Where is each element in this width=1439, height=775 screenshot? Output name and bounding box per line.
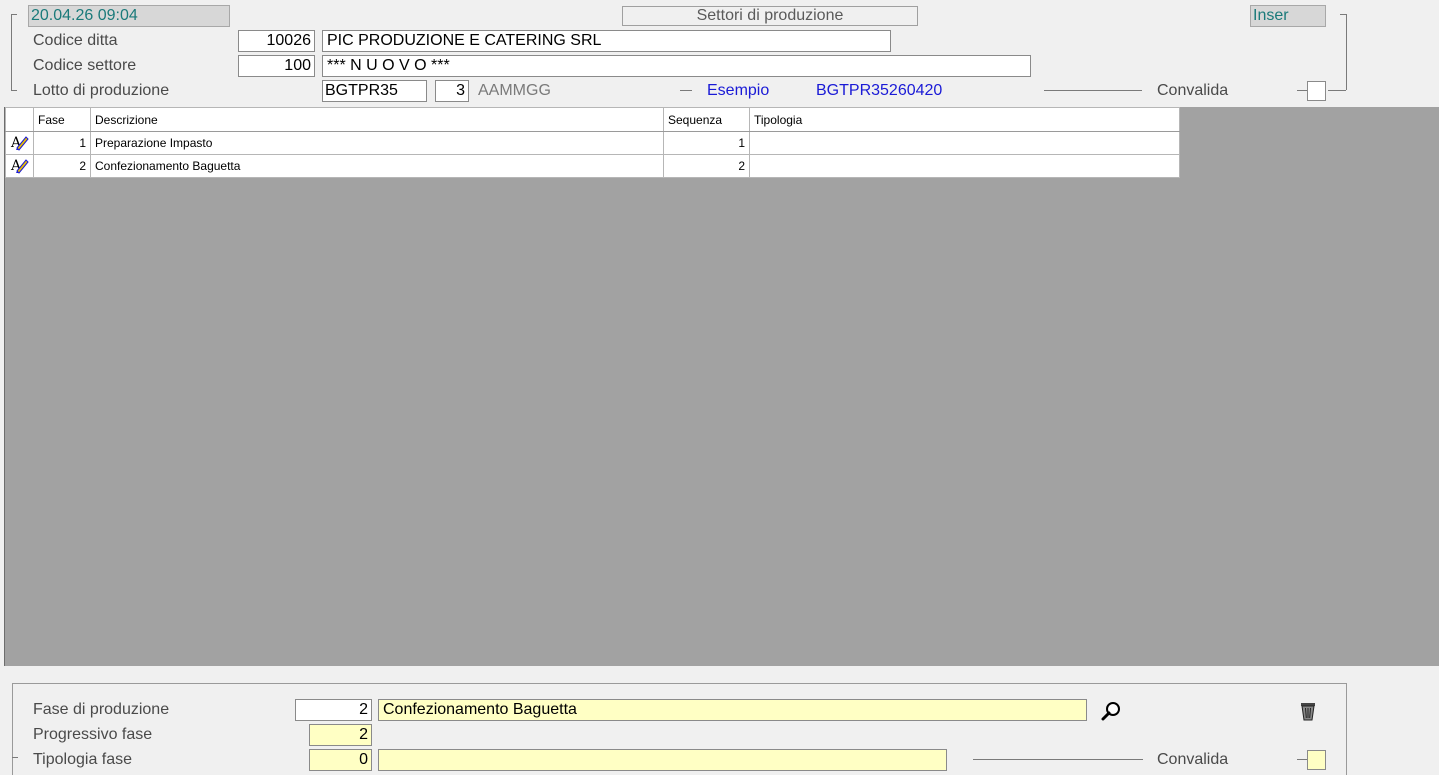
table-row[interactable]: A 2 Confezionamento Baguetta 2	[5, 154, 1180, 178]
mode-badge: Inser	[1250, 5, 1326, 27]
row-tipologia	[749, 131, 1180, 155]
datetime-box: 20.04.26 09:04	[28, 5, 230, 27]
header-frame-left	[11, 14, 12, 90]
lotto-format: AAMMGG	[478, 82, 551, 99]
delete-button[interactable]	[1297, 700, 1319, 722]
search-button[interactable]	[1100, 700, 1124, 722]
phases-grid-area: Fase Descrizione Sequenza Tipologia A 1 …	[4, 107, 1439, 666]
edit-pencil-icon[interactable]: A	[10, 133, 30, 151]
esempio-value: BGTPR35260420	[816, 82, 943, 99]
detail-convalida-checkbox[interactable]	[1307, 750, 1326, 770]
lotto-digits-input[interactable]: 3	[435, 80, 469, 102]
row-descrizione: Preparazione Impasto	[90, 131, 664, 155]
search-icon	[1101, 702, 1120, 721]
progressivo-fase-input[interactable]: 2	[309, 724, 372, 746]
row-sequenza: 2	[663, 154, 750, 178]
row-descrizione: Confezionamento Baguetta	[90, 154, 664, 178]
page-title: Settori di produzione	[696, 7, 844, 24]
grid-header-fase[interactable]: Fase	[33, 107, 91, 132]
tipologia-fase-input[interactable]: 0	[309, 749, 372, 771]
trash-icon	[1301, 703, 1315, 721]
header-frame-left-bottom	[11, 90, 17, 91]
settore-name-input[interactable]: *** N U O V O ***	[322, 55, 1031, 77]
header-frame-right-top	[1340, 14, 1346, 15]
convalida-label: Convalida	[1157, 82, 1229, 99]
tipologia-fase-label: Tipologia fase	[33, 751, 133, 768]
grid-header-row: Fase Descrizione Sequenza Tipologia	[5, 107, 1180, 132]
row-fase: 1	[33, 131, 91, 155]
grid-header-descrizione[interactable]: Descrizione	[90, 107, 664, 132]
codice-ditta-input[interactable]: 10026	[238, 30, 315, 52]
table-row[interactable]: A 1 Preparazione Impasto 1	[5, 131, 1180, 155]
detail-frame-left-tick	[12, 757, 18, 758]
grid-header-sequenza[interactable]: Sequenza	[663, 107, 750, 132]
codice-settore-label: Codice settore	[33, 57, 137, 74]
esempio-dash	[680, 90, 692, 91]
detail-convalida-line	[973, 759, 1143, 760]
header-frame-right-bottom	[1328, 90, 1346, 91]
progressivo-fase-label: Progressivo fase	[33, 726, 153, 743]
header-frame-left-top	[11, 14, 17, 15]
ditta-name-field: PIC PRODUZIONE E CATERING SRL	[322, 30, 891, 52]
mode-label: Inser	[1253, 7, 1289, 24]
codice-ditta-label: Codice ditta	[33, 32, 118, 49]
fase-produzione-input[interactable]: 2	[295, 699, 372, 721]
grid-header-tipologia[interactable]: Tipologia	[749, 107, 1180, 132]
header-frame-right	[1346, 14, 1347, 90]
lotto-label: Lotto di produzione	[33, 82, 170, 99]
row-edit-icon-cell[interactable]: A	[5, 131, 34, 155]
convalida-tick	[1297, 90, 1307, 91]
page-title-box: Settori di produzione	[622, 6, 918, 26]
datetime: 20.04.26 09:04	[31, 7, 138, 24]
lotto-prefix-input[interactable]: BGTPR35	[322, 80, 427, 102]
codice-settore-input[interactable]: 100	[238, 55, 315, 77]
row-fase: 2	[33, 154, 91, 178]
grid-header-icon	[5, 107, 34, 132]
row-tipologia	[749, 154, 1180, 178]
fase-descrizione-input[interactable]: Confezionamento Baguetta	[378, 699, 1087, 721]
row-edit-icon-cell[interactable]: A	[5, 154, 34, 178]
edit-pencil-icon[interactable]: A	[10, 156, 30, 174]
fase-produzione-label: Fase di produzione	[33, 701, 170, 718]
convalida-checkbox[interactable]	[1307, 81, 1326, 101]
detail-convalida-label: Convalida	[1157, 751, 1229, 768]
tipologia-descrizione-input[interactable]	[378, 749, 947, 771]
row-sequenza: 1	[663, 131, 750, 155]
esempio-label: Esempio	[707, 82, 770, 99]
detail-convalida-tick	[1297, 759, 1307, 760]
phases-grid: Fase Descrizione Sequenza Tipologia A 1 …	[5, 107, 1180, 178]
convalida-line	[1044, 90, 1142, 91]
